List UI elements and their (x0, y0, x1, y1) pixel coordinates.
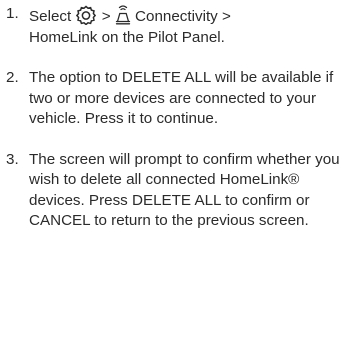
homelink-line: HomeLink on the Pilot Panel. (29, 28, 225, 46)
step-1-text: Select > Connectivity > HomeLink on the … (29, 5, 231, 46)
step-number: 1. (6, 5, 19, 22)
step-2: 2. The option to DELETE ALL will be avai… (6, 68, 351, 130)
step-1: 1. Select > Connectivity > HomeLink on t… (6, 4, 351, 48)
connectivity-label: Connectivity > (135, 8, 231, 25)
separator: > (101, 8, 111, 25)
step-number: 3. (6, 150, 19, 168)
connectivity-icon (115, 4, 131, 25)
gear-icon (75, 5, 97, 25)
step-2-text: The option to DELETE ALL will be availab… (29, 69, 334, 127)
step-3-text: The screen will prompt to confirm whethe… (29, 150, 340, 230)
instruction-steps: 1. Select > Connectivity > HomeLink on t… (0, 0, 351, 232)
step-number: 2. (6, 69, 19, 86)
select-text: Select (29, 8, 72, 25)
step-3: 3. The screen will prompt to confirm whe… (6, 150, 351, 232)
